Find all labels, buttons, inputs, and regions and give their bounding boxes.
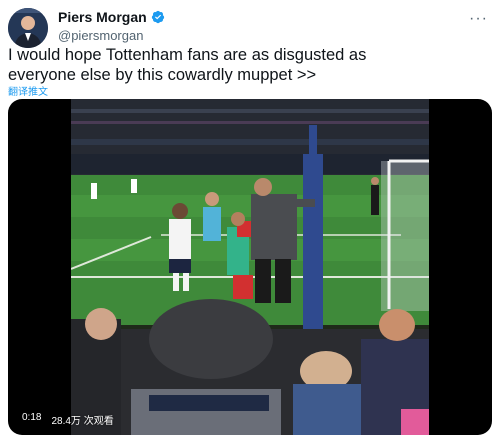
tweet-card[interactable]: Piers Morgan @piersmorgan ··· I would ho… bbox=[0, 0, 500, 440]
avatar-photo bbox=[8, 8, 48, 48]
video-player[interactable]: 0:18 28.4万 次观看 bbox=[8, 99, 492, 435]
author-avatar[interactable] bbox=[8, 8, 48, 48]
more-icon[interactable]: ··· bbox=[469, 10, 488, 28]
verified-badge-icon bbox=[151, 10, 164, 24]
author-handle[interactable]: @piersmorgan bbox=[58, 28, 143, 43]
video-views: 28.4万 次观看 bbox=[51, 416, 114, 427]
author-name-row: Piers Morgan bbox=[58, 9, 165, 25]
video-frame[interactable] bbox=[71, 99, 429, 435]
tweet-text: I would hope Tottenham fans are as disgu… bbox=[8, 46, 367, 84]
video-overlay: 0:18 28.4万 次观看 bbox=[22, 412, 114, 427]
stadium-video-still bbox=[71, 99, 429, 435]
translate-tweet-link[interactable]: 翻译推文 bbox=[8, 83, 48, 98]
video-time: 0:18 bbox=[22, 412, 42, 423]
author-name[interactable]: Piers Morgan bbox=[58, 9, 147, 25]
